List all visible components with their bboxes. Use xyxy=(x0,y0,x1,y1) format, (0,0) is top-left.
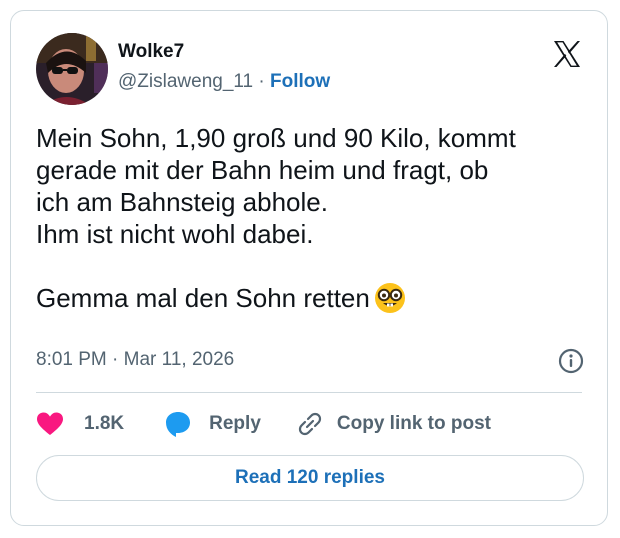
info-icon[interactable] xyxy=(558,348,584,374)
avatar[interactable] xyxy=(36,33,108,105)
reply-bubble-icon xyxy=(164,410,192,438)
copy-link-button[interactable]: Copy link to post xyxy=(297,411,491,437)
handle-separator: · xyxy=(258,71,265,92)
copy-link-label: Copy link to post xyxy=(336,413,491,434)
action-bar: 1.8K Reply Copy link to post xyxy=(36,409,491,439)
reply-button[interactable]: Reply xyxy=(164,410,261,438)
link-icon xyxy=(297,411,323,437)
embedded-post-card: Wolke7 @Zislaweng_11 · Follow Mein Sohn,… xyxy=(10,10,608,526)
reply-label: Reply xyxy=(209,413,261,434)
post-time: 8:01 PM xyxy=(36,349,107,370)
post-text-line: Ihm ist nicht wohl dabei. xyxy=(36,219,314,249)
nerd-face-icon xyxy=(374,282,406,321)
author-handle[interactable]: @Zislaweng_11 xyxy=(118,71,253,92)
x-logo-icon[interactable] xyxy=(551,38,583,70)
divider xyxy=(36,392,582,393)
author-name[interactable]: Wolke7 xyxy=(118,41,184,63)
post-closing-line: Gemma mal den Sohn retten xyxy=(36,282,596,321)
post-text-line: ich am Bahnsteig abhole. xyxy=(36,187,328,217)
like-count: 1.8K xyxy=(84,413,125,434)
post-text-line: Mein Sohn, 1,90 groß und 90 Kilo, kommt xyxy=(36,123,516,153)
post-text-line: gerade mit der Bahn heim und fragt, ob xyxy=(36,155,489,185)
like-button[interactable]: 1.8K xyxy=(36,411,124,437)
post-closing-text: Gemma mal den Sohn retten xyxy=(36,283,370,313)
author-handle-row: @Zislaweng_11 · Follow xyxy=(118,71,330,93)
read-replies-button[interactable]: Read 120 replies xyxy=(36,455,584,501)
heart-icon xyxy=(36,411,64,437)
post-text: Mein Sohn, 1,90 groß und 90 Kilo, kommt … xyxy=(36,122,596,321)
post-timestamp[interactable]: 8:01 PM · Mar 11, 2026 xyxy=(36,349,234,371)
post-date: Mar 11, 2026 xyxy=(123,349,235,370)
timestamp-separator: · xyxy=(112,349,119,370)
follow-button[interactable]: Follow xyxy=(270,71,330,92)
